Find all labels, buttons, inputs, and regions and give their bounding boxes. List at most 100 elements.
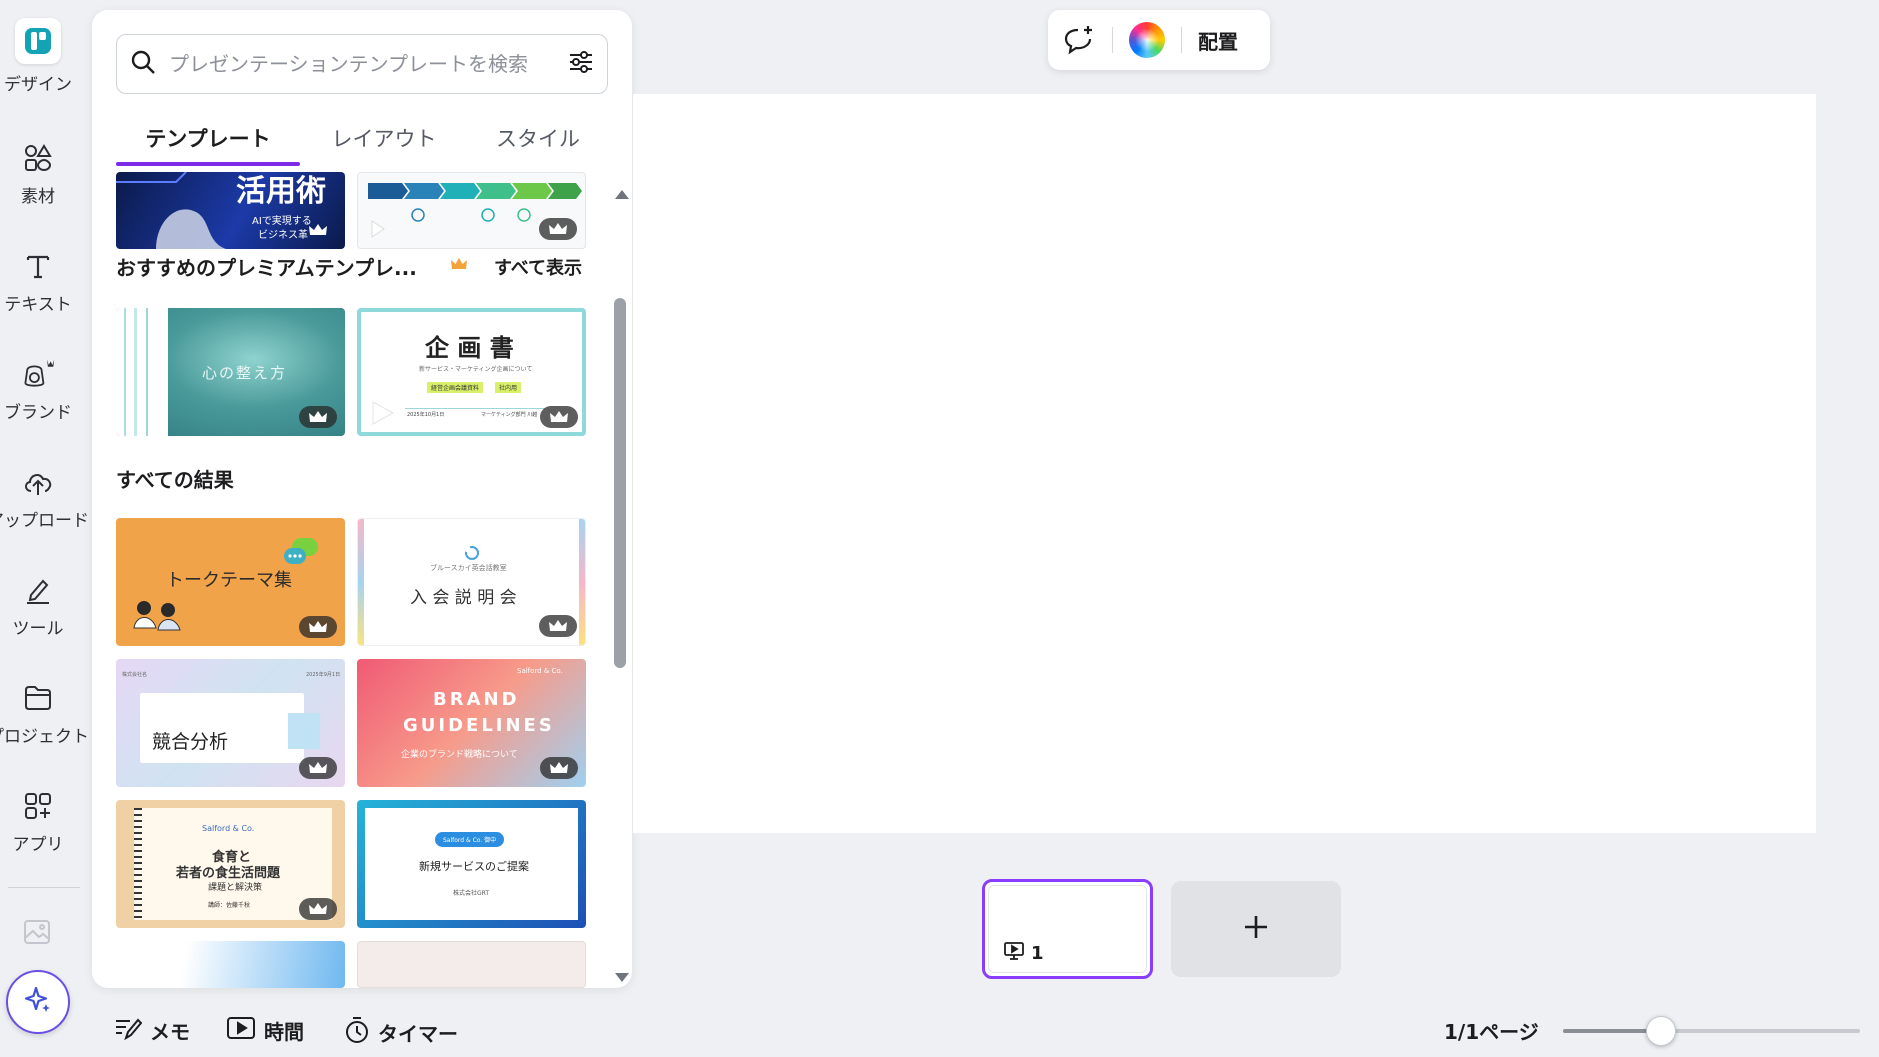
- template-thumb-plan[interactable]: 企 画 書 新サービス・マーケティング企画について 経営企画会議資料 社内用 2…: [357, 308, 586, 436]
- filter-icon[interactable]: [567, 48, 595, 80]
- sidebar-item-upload[interactable]: アップロード: [0, 458, 89, 548]
- scroll-down-icon[interactable]: [615, 973, 629, 982]
- duration-button[interactable]: 時間: [226, 1016, 304, 1045]
- template-thumb-talk-theme[interactable]: トークテーマ集: [116, 518, 345, 646]
- template-thumb-water[interactable]: 心の整え方: [116, 308, 345, 436]
- sidebar-item-label: テキスト: [4, 295, 72, 315]
- sidebar-item-elements[interactable]: 素材: [0, 134, 76, 224]
- template-title: 競合分析: [152, 731, 229, 753]
- toolbar-separator: [1181, 27, 1182, 53]
- template-thumb-steps[interactable]: [357, 172, 586, 249]
- sidebar-item-label: 素材: [21, 187, 55, 207]
- design-canvas[interactable]: [633, 94, 1816, 833]
- elements-icon: [20, 140, 56, 176]
- brand-icon: [20, 356, 56, 392]
- divider-line: [405, 408, 545, 409]
- premium-badge: [540, 757, 578, 779]
- template-title: 若者の食生活問題: [176, 866, 281, 881]
- template-subtitle: 企業のブランド戦略について: [401, 750, 518, 760]
- scrollbar-thumb[interactable]: [614, 298, 626, 668]
- notes-button[interactable]: メモ: [114, 1016, 190, 1045]
- tab-styles[interactable]: スタイル: [468, 110, 608, 166]
- decorative-stripe: [579, 519, 585, 645]
- panel-tabs: テンプレート レイアウト スタイル: [116, 110, 608, 166]
- page-thumbnail[interactable]: 1: [982, 879, 1153, 979]
- template-thumb-partial[interactable]: [116, 941, 345, 988]
- page-count: 1/1ページ: [1444, 1020, 1539, 1044]
- sidebar-item-label: プロジェクト: [0, 727, 89, 747]
- sidebar-item-text[interactable]: テキスト: [0, 242, 76, 332]
- notebook-binding: [134, 808, 142, 920]
- template-logo: Salford & Co.: [202, 824, 255, 833]
- template-title: 企 画 書: [425, 334, 514, 362]
- sidebar-item-label: ブランド: [4, 403, 72, 423]
- template-thumb-ai[interactable]: 活用術 AIで実現する ビジネス革: [116, 172, 345, 249]
- template-subtitle: 新サービス・マーケティング企画について: [419, 366, 533, 373]
- notes-label: メモ: [150, 1020, 190, 1044]
- notes-icon: [114, 1016, 143, 1045]
- arrange-button[interactable]: 配置: [1198, 26, 1238, 55]
- search-input[interactable]: [169, 52, 567, 76]
- left-rail: デザイン 素材 テキスト ブランド アップロード ツール プロジ: [0, 0, 92, 1057]
- template-department: マーケティング部門 川越: [481, 412, 538, 418]
- add-page-button[interactable]: [1171, 881, 1341, 977]
- tab-templates[interactable]: テンプレート: [116, 110, 300, 166]
- template-tag: 社内用: [495, 382, 522, 393]
- template-title: 心の整え方: [202, 364, 288, 382]
- template-title: GUIDELINES: [403, 715, 555, 736]
- projects-icon: [20, 680, 56, 716]
- text-icon: [20, 248, 56, 284]
- premium-badge: [299, 757, 337, 779]
- tab-layouts[interactable]: レイアウト: [300, 110, 468, 166]
- sidebar-item-apps[interactable]: アプリ: [0, 782, 76, 872]
- template-badge: Salford & Co. 御中: [435, 832, 505, 847]
- zoom-slider-handle[interactable]: [1646, 1016, 1676, 1046]
- template-results: 活用術 AIで実現する ビジネス革 おすすめのプレミアムテンプレ... すべて表…: [116, 172, 586, 988]
- sidebar-item-label: アップロード: [0, 511, 89, 531]
- add-comment-icon[interactable]: [1062, 24, 1096, 56]
- zoom-slider[interactable]: [1563, 1016, 1860, 1046]
- template-title: BRAND: [433, 689, 520, 710]
- template-thumb-partial[interactable]: [357, 941, 586, 988]
- sparkle-icon: [22, 984, 54, 1020]
- panel-scrollbar[interactable]: [612, 178, 629, 988]
- timer-button[interactable]: タイマー: [344, 1016, 458, 1049]
- premium-section-title: おすすめのプレミアムテンプレ...: [116, 256, 417, 280]
- magic-assistant-button[interactable]: [6, 970, 70, 1034]
- photo-icon[interactable]: [22, 918, 52, 950]
- premium-badge: [540, 406, 578, 428]
- scroll-up-icon[interactable]: [615, 190, 629, 199]
- page-number: 1: [1003, 941, 1044, 966]
- sidebar-item-projects[interactable]: プロジェクト: [0, 674, 89, 764]
- sidebar-item-tools[interactable]: ツール: [0, 566, 76, 656]
- template-thumb-proposal[interactable]: Salford & Co. 御中 新規サービスのご提案 株式会社GRT: [357, 800, 586, 928]
- premium-badge: [299, 219, 337, 241]
- template-thumb-competitive[interactable]: 株式会社名 2025年9月1日 競合分析: [116, 659, 345, 787]
- see-all-link[interactable]: すべて表示: [494, 254, 582, 280]
- templates-panel: テンプレート レイアウト スタイル 活用術 AIで実現する ビジネス革: [92, 10, 632, 988]
- apps-icon: [20, 788, 56, 824]
- template-date: 2025年9月1日: [306, 672, 341, 678]
- decorative-stripe: [358, 519, 364, 645]
- premium-badge: [299, 898, 337, 920]
- template-thumb-enrollment[interactable]: ブルースカイ英会話教室 入 会 説 明 会: [357, 518, 586, 646]
- play-screen-icon: [226, 1016, 256, 1045]
- sidebar-item-design[interactable]: デザイン: [0, 18, 76, 108]
- template-subtitle: ブルースカイ英会話教室: [430, 564, 507, 572]
- floating-toolbar: 配置: [1048, 10, 1270, 70]
- sidebar-item-brand[interactable]: ブランド: [0, 350, 76, 440]
- plus-icon: [1242, 913, 1270, 945]
- template-title: 活用術: [236, 174, 326, 209]
- premium-badge: [539, 218, 577, 240]
- template-company: 株式会社GRT: [453, 890, 490, 897]
- template-thumb-brand-guidelines[interactable]: Salford & Co. BRAND GUIDELINES 企業のブランド戦略…: [357, 659, 586, 787]
- premium-badge: [539, 615, 577, 637]
- decorative-stripe: [116, 308, 168, 436]
- template-title: 入 会 説 明 会: [410, 588, 517, 608]
- premium-badge: [299, 406, 337, 428]
- color-picker-icon[interactable]: [1129, 22, 1165, 58]
- tools-icon: [20, 572, 56, 608]
- page-number-label: 1: [1031, 943, 1044, 964]
- template-thumb-food-education[interactable]: Salford & Co. 食育と 若者の食生活問題 課題と解決策 講師：佐藤千…: [116, 800, 345, 928]
- upload-icon: [20, 464, 56, 500]
